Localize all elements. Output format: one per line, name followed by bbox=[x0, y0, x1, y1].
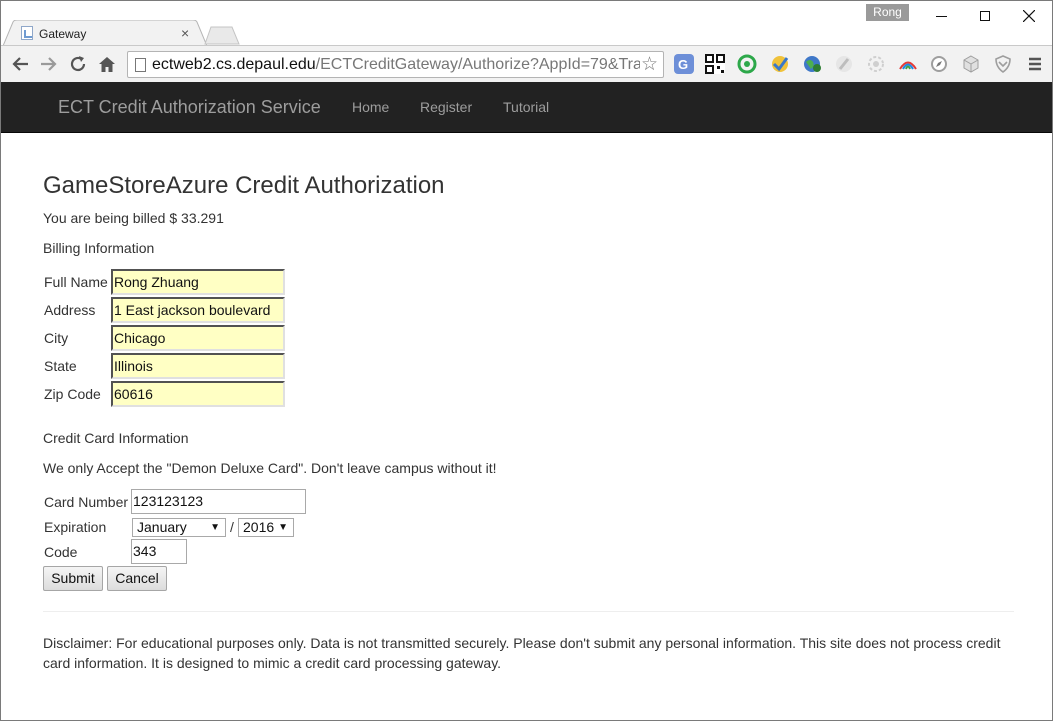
url-host: ectweb2.cs.depaul.edu bbox=[152, 56, 316, 73]
browser-window: Gateway × Rong ectweb2.cs.depaul.edu/ECT… bbox=[0, 0, 1053, 721]
credit-card-note: We only Accept the "Demon Deluxe Card". … bbox=[43, 460, 497, 476]
divider bbox=[43, 611, 1014, 612]
minimize-icon bbox=[935, 15, 947, 17]
card-number-label: Card Number bbox=[44, 494, 129, 510]
feather-extension-icon[interactable] bbox=[834, 54, 854, 74]
browser-toolbar: ectweb2.cs.depaul.edu/ECTCreditGateway/A… bbox=[1, 45, 1052, 82]
code-label: Code bbox=[44, 544, 78, 560]
expiration-year-value: 2016 bbox=[243, 519, 275, 535]
address-label: Address bbox=[44, 302, 96, 318]
page-title: GameStoreAzure Credit Authorization bbox=[43, 172, 445, 199]
evernote-icon[interactable] bbox=[737, 54, 757, 74]
expiration-month-select[interactable]: January ▼ bbox=[132, 518, 226, 537]
checkmark-extension-icon[interactable] bbox=[770, 54, 790, 74]
reload-icon bbox=[70, 56, 86, 72]
expiration-month-value: January bbox=[137, 519, 187, 535]
full-name-label: Full Name bbox=[44, 274, 108, 290]
tab-close-icon[interactable]: × bbox=[181, 23, 189, 43]
state-field[interactable]: Illinois bbox=[111, 353, 285, 379]
billing-heading: Billing Information bbox=[43, 240, 155, 256]
tab-title: Gateway bbox=[39, 27, 87, 41]
city-label: City bbox=[44, 330, 69, 346]
globe-extension-icon[interactable] bbox=[802, 54, 822, 74]
credit-card-heading: Credit Card Information bbox=[43, 430, 189, 446]
back-icon bbox=[12, 57, 28, 71]
browser-tab[interactable] bbox=[3, 20, 207, 46]
nav-link-register[interactable]: Register bbox=[420, 99, 472, 115]
svg-text:G: G bbox=[678, 57, 688, 72]
forward-button[interactable] bbox=[37, 52, 61, 76]
rainbow-extension-icon[interactable] bbox=[898, 54, 918, 74]
zip-code-field[interactable]: 60616 bbox=[111, 381, 285, 407]
url-text[interactable]: ectweb2.cs.depaul.edu/ECTCreditGateway/A… bbox=[152, 56, 640, 74]
maximize-button[interactable] bbox=[962, 1, 1008, 31]
address-bar[interactable]: ectweb2.cs.depaul.edu/ECTCreditGateway/A… bbox=[127, 51, 664, 78]
cancel-button[interactable]: Cancel bbox=[107, 566, 167, 591]
city-field[interactable]: Chicago bbox=[111, 325, 285, 351]
maximize-icon bbox=[980, 11, 990, 21]
expiration-separator: / bbox=[230, 519, 234, 535]
translate-icon[interactable]: G bbox=[674, 54, 694, 74]
expiration-year-select[interactable]: 2016 ▼ bbox=[238, 518, 294, 537]
close-icon bbox=[1023, 10, 1035, 22]
qr-code-icon[interactable] bbox=[705, 54, 725, 74]
bookmark-star-icon[interactable]: ☆ bbox=[641, 53, 658, 75]
full-name-field[interactable]: Rong Zhuang bbox=[111, 269, 285, 295]
zip-code-label: Zip Code bbox=[44, 386, 101, 402]
profile-button[interactable]: Rong bbox=[866, 4, 909, 21]
dropdown-arrow-icon: ▼ bbox=[278, 522, 288, 533]
site-brand[interactable]: ECT Credit Authorization Service bbox=[58, 97, 321, 118]
submit-button[interactable]: Submit bbox=[43, 566, 103, 591]
home-icon bbox=[99, 56, 115, 72]
home-button[interactable] bbox=[95, 52, 119, 76]
billing-amount: You are being billed $ 33.291 bbox=[43, 210, 224, 226]
new-tab-button[interactable] bbox=[204, 26, 240, 45]
site-navbar: ECT Credit Authorization Service Home Re… bbox=[1, 82, 1052, 133]
nav-link-home[interactable]: Home bbox=[352, 99, 389, 115]
state-label: State bbox=[44, 358, 77, 374]
page-content: GameStoreAzure Credit Authorization You … bbox=[1, 133, 1052, 720]
dropdown-arrow-icon: ▼ bbox=[210, 522, 220, 533]
gear-extension-icon[interactable] bbox=[866, 54, 886, 74]
cube-extension-icon[interactable] bbox=[961, 54, 981, 74]
security-code-field[interactable]: 343 bbox=[131, 539, 187, 564]
compass-extension-icon[interactable] bbox=[929, 54, 949, 74]
address-field[interactable]: 1 East jackson boulevard bbox=[111, 297, 285, 323]
browser-titlebar: Gateway × Rong bbox=[1, 1, 1052, 46]
shield-extension-icon[interactable] bbox=[993, 54, 1013, 74]
nav-link-tutorial[interactable]: Tutorial bbox=[503, 99, 549, 115]
reload-button[interactable] bbox=[66, 52, 90, 76]
page-favicon-icon bbox=[21, 26, 33, 40]
card-number-field[interactable]: 123123123 bbox=[131, 489, 306, 514]
disclaimer-text: Disclaimer: For educational purposes onl… bbox=[43, 635, 1001, 671]
expiration-label: Expiration bbox=[44, 519, 107, 535]
minimize-button[interactable] bbox=[918, 1, 964, 31]
page-icon bbox=[135, 58, 146, 72]
url-path: /ECTCreditGateway/Authorize?AppId=79&Tra… bbox=[315, 56, 640, 73]
forward-icon bbox=[41, 57, 57, 71]
back-button[interactable] bbox=[8, 52, 32, 76]
close-window-button[interactable] bbox=[1006, 1, 1052, 31]
menu-icon[interactable] bbox=[1025, 54, 1045, 74]
